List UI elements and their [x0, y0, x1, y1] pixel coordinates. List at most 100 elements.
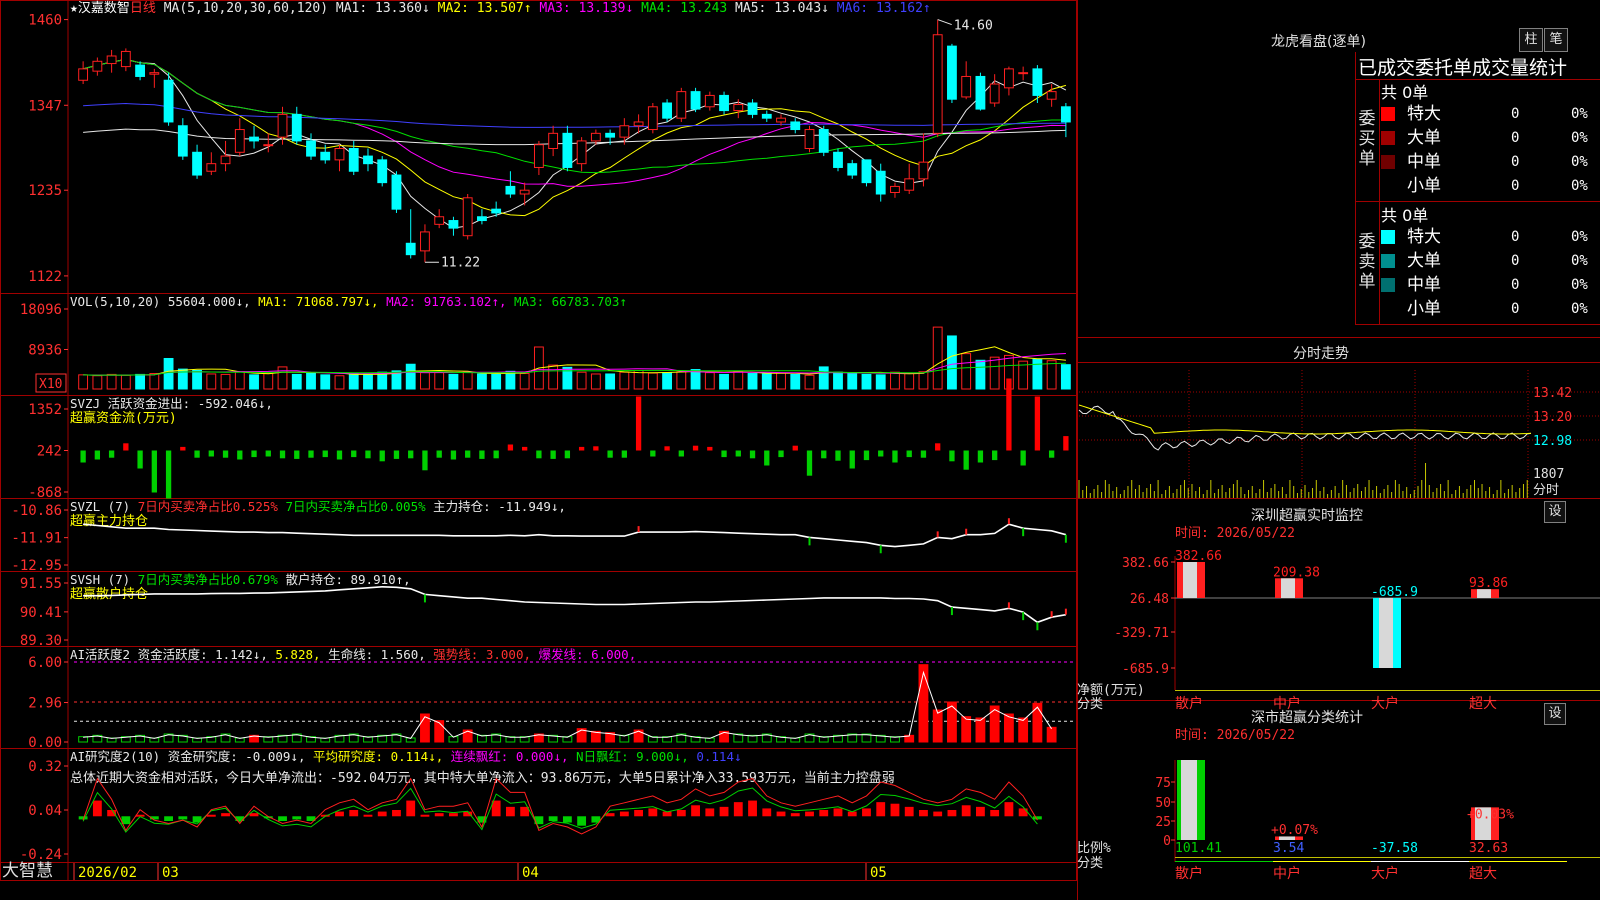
ai-activity-bar[interactable]	[1003, 713, 1014, 743]
svzj-bar[interactable]	[279, 450, 286, 459]
svzj-bar[interactable]	[792, 445, 798, 451]
volume-bar[interactable]	[234, 371, 245, 390]
volume-bar[interactable]	[163, 357, 174, 390]
candle[interactable]	[192, 151, 202, 176]
svzj-bar[interactable]	[522, 446, 528, 451]
volume-bar[interactable]	[776, 372, 786, 390]
ai-research-bar[interactable]	[947, 810, 957, 817]
candle[interactable]	[462, 197, 473, 237]
volume-bar[interactable]	[135, 373, 146, 390]
svzj-bar[interactable]	[108, 450, 115, 458]
tab-orders[interactable]: 委托单	[1415, 57, 1472, 79]
volume-bar[interactable]	[149, 373, 160, 390]
svzj-bar[interactable]	[892, 450, 898, 463]
svzj-bar[interactable]	[1034, 396, 1041, 451]
tab-traded[interactable]: 已成交	[1358, 57, 1415, 79]
volume-bar[interactable]	[761, 373, 772, 390]
svzj-bar[interactable]	[550, 450, 556, 459]
ai-research-bar[interactable]	[449, 813, 458, 817]
candle[interactable]	[932, 34, 943, 134]
candle[interactable]	[790, 121, 801, 131]
ai-activity-bar[interactable]	[975, 717, 986, 743]
candle[interactable]	[177, 125, 188, 157]
star-icon[interactable]: ★	[70, 1, 78, 16]
ai-activity-bar[interactable]	[1046, 726, 1057, 743]
volume-bar[interactable]	[932, 326, 943, 390]
volume-bar[interactable]	[434, 372, 445, 390]
volume-bar[interactable]	[120, 374, 131, 390]
svzj-bar[interactable]	[507, 444, 514, 451]
ai-research-bar[interactable]	[377, 811, 387, 817]
volume-bar[interactable]	[491, 373, 502, 390]
volume-bar[interactable]	[548, 364, 559, 390]
ai-research-bar[interactable]	[790, 813, 800, 817]
volume-bar[interactable]	[348, 373, 359, 390]
candle[interactable]	[747, 102, 758, 115]
volume-bar[interactable]	[790, 373, 801, 390]
volume-bar[interactable]	[306, 372, 316, 390]
svzj-bar[interactable]	[935, 443, 941, 451]
svzj-bar[interactable]	[650, 450, 656, 457]
ai-research-bar[interactable]	[847, 811, 857, 817]
candle[interactable]	[947, 45, 957, 100]
ai-research-bar[interactable]	[719, 806, 729, 817]
ai-research-bar[interactable]	[505, 806, 515, 817]
ai-activity-bar[interactable]	[78, 736, 89, 743]
ai-research-bar[interactable]	[976, 806, 985, 817]
volume-bar[interactable]	[590, 373, 601, 390]
volume-bar[interactable]	[747, 373, 758, 390]
svzj-bar[interactable]	[151, 450, 157, 493]
ai-research-bar[interactable]	[335, 811, 344, 817]
candle[interactable]	[106, 55, 117, 65]
ai-research-bar[interactable]	[1018, 808, 1028, 817]
monitor-settings-button[interactable]: 设	[1544, 501, 1566, 523]
volume-bar[interactable]	[961, 353, 972, 390]
volume-bar[interactable]	[904, 373, 915, 390]
candle[interactable]	[519, 189, 530, 195]
ai-research-bar[interactable]	[890, 803, 900, 817]
svzj-bar[interactable]	[678, 450, 684, 457]
ai-research-bar[interactable]	[349, 810, 359, 817]
volume-bar[interactable]	[647, 372, 658, 390]
candle[interactable]	[633, 121, 644, 127]
pen-mode-button[interactable]: 笔	[1544, 28, 1568, 52]
candle[interactable]	[391, 174, 402, 210]
volume-bar[interactable]	[462, 371, 473, 390]
candle[interactable]	[818, 129, 829, 153]
ai-research-bar[interactable]	[862, 808, 871, 817]
volume-bar[interactable]	[947, 335, 957, 390]
candle[interactable]	[348, 148, 359, 172]
candle[interactable]	[875, 170, 886, 195]
svzj-bar[interactable]	[393, 450, 400, 459]
volume-bar[interactable]	[676, 371, 687, 390]
candle[interactable]	[377, 159, 388, 184]
svzj-bar[interactable]	[749, 450, 756, 459]
ai-research-bar[interactable]	[164, 816, 173, 821]
ai-research-bar[interactable]	[221, 813, 230, 817]
candle[interactable]	[249, 136, 259, 142]
volume-bar[interactable]	[448, 373, 459, 390]
candle[interactable]	[149, 72, 160, 75]
svzj-bar[interactable]	[863, 450, 870, 461]
volume-bar[interactable]	[975, 359, 986, 390]
volume-bar[interactable]	[263, 373, 274, 390]
candle[interactable]	[776, 117, 786, 123]
ai-activity-bar[interactable]	[1018, 717, 1029, 743]
volume-bar[interactable]	[249, 374, 259, 390]
svzj-bar[interactable]	[222, 450, 229, 458]
candle[interactable]	[619, 125, 630, 138]
svzj-bar[interactable]	[336, 450, 343, 460]
candle[interactable]	[605, 132, 616, 138]
stock-chart-canvas[interactable]: 1460 1347 1235 1122 14.60 11.22 VOL(5,10,20) 5…	[0, 0, 1077, 900]
svzj-bar[interactable]	[821, 450, 827, 459]
svzj-bar[interactable]	[308, 450, 314, 458]
svzj-bar[interactable]	[450, 450, 457, 460]
volume-bar[interactable]	[220, 373, 231, 390]
candle[interactable]	[234, 129, 245, 153]
candle[interactable]	[263, 144, 274, 147]
candle[interactable]	[120, 50, 131, 68]
candle[interactable]	[1018, 72, 1029, 75]
svzj-bar[interactable]	[536, 450, 542, 459]
svzj-bar[interactable]	[165, 450, 172, 499]
svzj-bar[interactable]	[208, 450, 214, 457]
